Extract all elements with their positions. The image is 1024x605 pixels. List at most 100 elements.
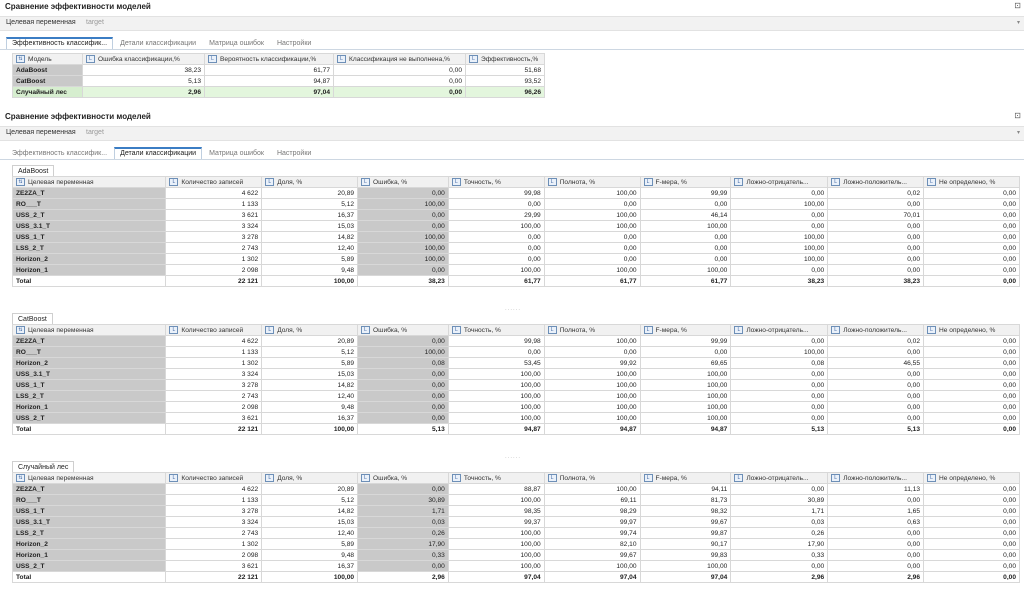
tab-3[interactable]: Настройки (271, 37, 317, 49)
column-header[interactable]: L Не определено, % (923, 472, 1020, 484)
table-row: USS_2_T 3 621 16,37 0,00 29,99 100,00 46,14 0,0… (11, 209, 1020, 221)
cell-value: 100,00 (543, 335, 641, 347)
column-header[interactable]: L Не определено, % (923, 176, 1020, 188)
column-header[interactable]: L Полнота, % (543, 176, 641, 188)
cell-value: 0,00 (923, 379, 1020, 391)
cell-value: 100,00 (447, 368, 545, 380)
column-header[interactable]: L Полнота, % (543, 324, 641, 336)
tab-3[interactable]: Настройки (271, 147, 317, 159)
chevron-down-icon[interactable]: ▾ (1017, 19, 1020, 26)
column-header[interactable]: L Ошибка, % (357, 472, 449, 484)
cell-value: 16,37 (261, 412, 359, 424)
pin-icon[interactable]: ⊡ (1014, 1, 1021, 10)
column-header[interactable]: L Точность, % (447, 324, 545, 336)
pin-icon[interactable]: ⊡ (1014, 111, 1021, 120)
column-header[interactable]: L Доля, % (261, 324, 359, 336)
column-header[interactable]: L Полнота, % (543, 472, 641, 484)
column-header[interactable]: L Ошибка, % (357, 176, 449, 188)
tab-2[interactable]: Матрица ошибок (203, 37, 270, 49)
cell-value: 100,00 (543, 560, 641, 572)
cell-value: 30,89 (357, 494, 449, 506)
column-header[interactable]: L F-мера, % (639, 176, 732, 188)
cell-value: 1 302 (165, 253, 263, 265)
cell-value: 2 743 (165, 527, 263, 539)
cell-value: 100,00 (357, 346, 449, 358)
column-type-icon: L (361, 474, 371, 482)
column-header[interactable]: L Ложно-положитель... (827, 176, 925, 188)
summary-table: ⇅ Модель L Ошибка классификации,% L Вероятнос… (12, 53, 545, 98)
cell-value: 81,73 (639, 494, 732, 506)
cell-value: 70,01 (827, 209, 925, 221)
column-header[interactable]: L Эффективность,% (465, 53, 545, 65)
cell-value: 1 302 (165, 538, 263, 550)
column-header[interactable]: L Ошибка, % (357, 324, 449, 336)
column-header[interactable]: L Не определено, % (923, 324, 1020, 336)
target-selector[interactable]: Целевая переменная target ▾ (0, 16, 1024, 31)
total-value: 22 121 (165, 423, 263, 435)
column-header[interactable]: L Ложно-отрицатель... (730, 176, 829, 188)
total-value: 5,13 (357, 423, 449, 435)
cell-value: 0,00 (923, 505, 1020, 517)
details-table: ⇅ Целевая переменная L Количество записей L Д… (11, 176, 1020, 287)
header-row: ⇅ Целевая переменная L Количество записей L Д… (11, 176, 1020, 188)
cell-value: 0,00 (639, 242, 732, 254)
chevron-down-icon[interactable]: ▾ (1017, 129, 1020, 136)
column-header[interactable]: L Количество записей (165, 324, 263, 336)
cell-value: 0,00 (730, 390, 829, 402)
cell-value: 0,00 (447, 231, 545, 243)
cell-value: 99,92 (543, 357, 641, 369)
splitter-handle[interactable]: ...... (505, 454, 521, 460)
cell-value: 100,00 (730, 231, 829, 243)
column-header[interactable]: ⇅ Целевая переменная (11, 324, 167, 336)
table-row: USS_2_T 3 621 16,37 0,00 100,00 100,00 100,00 0… (11, 560, 1020, 572)
cell-value: 100,00 (543, 368, 641, 380)
cell-value: 0,00 (357, 368, 449, 380)
column-header[interactable]: L Количество записей (165, 472, 263, 484)
column-header[interactable]: L F-мера, % (639, 324, 732, 336)
column-header[interactable]: ⇅ Модель (12, 53, 83, 65)
column-type-icon: L (265, 326, 275, 334)
cell-value: 100,00 (447, 560, 545, 572)
cell-value: 11,13 (827, 483, 925, 495)
column-header[interactable]: L Доля, % (261, 472, 359, 484)
table-row: Horizon_1 2 098 9,48 0,33 100,00 99,67 99,83 0,… (11, 549, 1020, 561)
column-header[interactable]: ⇅ Целевая переменная (11, 472, 167, 484)
column-type-icon: L (469, 55, 478, 63)
splitter-handle[interactable]: ...... (505, 306, 521, 312)
column-header[interactable]: L Вероятность классификации,% (204, 53, 334, 65)
class-name: USS_3.1_T (11, 516, 167, 528)
cell-value: 96,26 (465, 86, 545, 98)
cell-value: 0,33 (357, 549, 449, 561)
column-header[interactable]: L Ложно-отрицатель... (730, 472, 829, 484)
column-header[interactable]: L Ложно-отрицатель... (730, 324, 829, 336)
tab-2[interactable]: Матрица ошибок (203, 147, 270, 159)
column-type-icon: L (169, 474, 179, 482)
cell-value: 0,00 (730, 187, 829, 199)
column-header[interactable]: L Ложно-положитель... (827, 324, 925, 336)
cell-value: 2 743 (165, 242, 263, 254)
tab-0[interactable]: Эффективность классифик... (6, 147, 113, 159)
cell-value: 29,99 (447, 209, 545, 221)
cell-value: 0,00 (923, 560, 1020, 572)
panel-title-2: Сравнение эффективности моделей (5, 112, 151, 121)
column-header[interactable]: L Точность, % (447, 176, 545, 188)
column-header[interactable]: L Количество записей (165, 176, 263, 188)
tab-1[interactable]: Детали классификации (114, 37, 202, 49)
details-table: ⇅ Целевая переменная L Количество записей L Д… (11, 472, 1020, 583)
cell-value: 0,00 (923, 549, 1020, 561)
cell-value: 100,00 (543, 412, 641, 424)
target-selector[interactable]: Целевая переменная target ▾ (0, 126, 1024, 141)
panel-tabs: Эффективность классифик... Детали классиф… (6, 37, 318, 50)
column-header[interactable]: L Ошибка классификации,% (82, 53, 205, 65)
column-header[interactable]: ⇅ Целевая переменная (11, 176, 167, 188)
column-type-icon: L (451, 326, 461, 334)
total-value: 0,00 (923, 571, 1020, 583)
column-header[interactable]: L F-мера, % (639, 472, 732, 484)
cell-value: 4 622 (165, 335, 263, 347)
cell-value: 99,74 (543, 527, 641, 539)
column-header[interactable]: L Ложно-положитель... (827, 472, 925, 484)
column-header[interactable]: L Классификация не выполнена,% (333, 53, 466, 65)
column-header[interactable]: L Доля, % (261, 176, 359, 188)
column-header[interactable]: L Точность, % (447, 472, 545, 484)
table-row: USS_1_T 3 278 14,82 1,71 98,35 98,29 98,32 1,71… (11, 505, 1020, 517)
